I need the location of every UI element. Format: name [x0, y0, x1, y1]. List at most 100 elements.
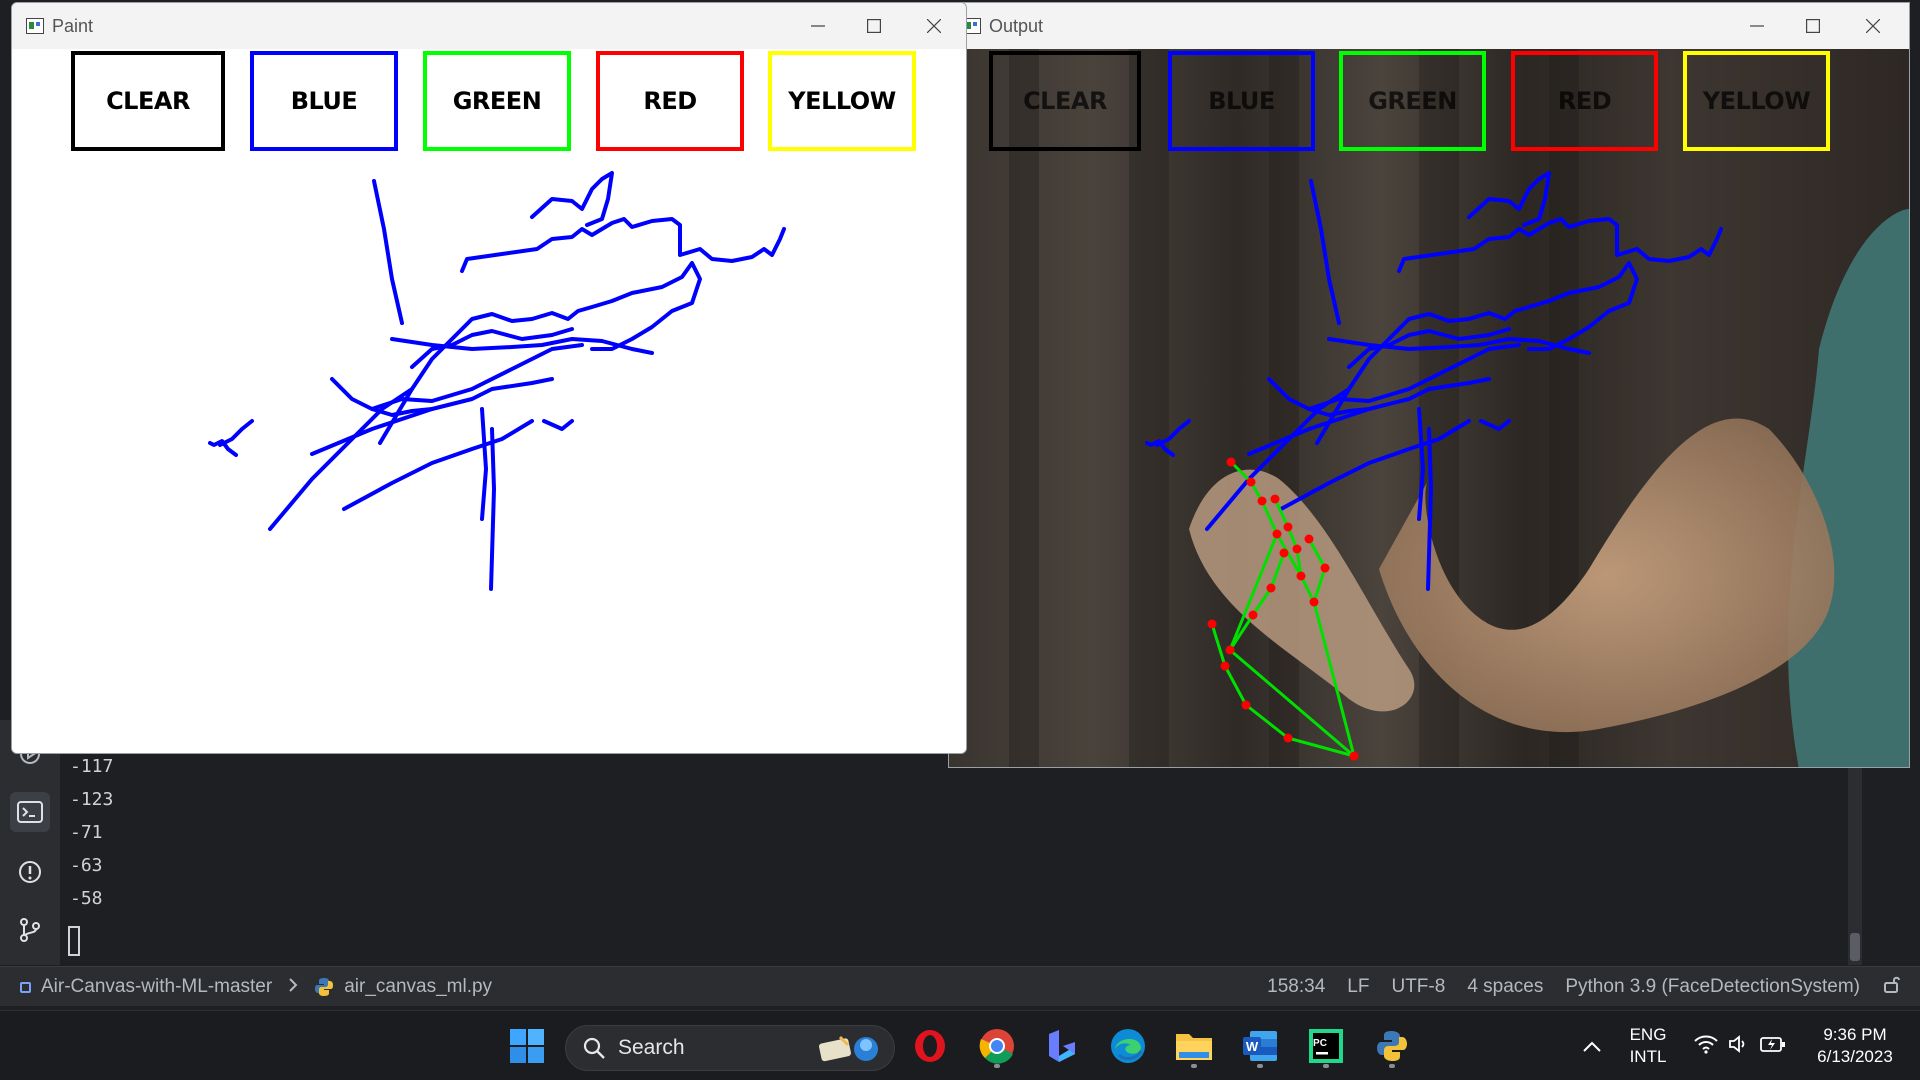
drawn-stroke — [370, 343, 584, 411]
hand-landmark — [1266, 583, 1276, 593]
file-encoding[interactable]: UTF-8 — [1391, 976, 1445, 998]
hand-connection — [1245, 703, 1289, 740]
edge-icon[interactable] — [1104, 1022, 1152, 1070]
drawn-stroke — [460, 217, 786, 273]
paint-blue-button[interactable]: BLUE — [250, 51, 398, 151]
hand-landmark — [1320, 563, 1330, 573]
button-label: GREEN — [452, 87, 542, 115]
output-window[interactable]: Output CLEAR BLUE GREEN RED YELLOW — [948, 2, 1910, 768]
button-label: YELLOW — [1702, 87, 1811, 115]
taskbar: Search W PC ENG INTL 9:36 PM 6/13/2023 — [0, 1010, 1920, 1080]
hand-connection — [1269, 552, 1286, 589]
terminal-icon[interactable] — [10, 792, 50, 832]
drawn-stroke — [1467, 171, 1551, 227]
hand-landmark — [1207, 619, 1217, 629]
breadcrumb-file[interactable]: air_canvas_ml.py — [344, 976, 492, 998]
hand-connection — [1307, 538, 1327, 569]
wifi-icon — [1694, 1034, 1718, 1058]
output-green-button[interactable]: GREEN — [1339, 51, 1486, 151]
minimize-icon[interactable] — [790, 3, 846, 49]
button-label: BLUE — [290, 87, 358, 115]
svg-text:PC: PC — [1313, 1038, 1327, 1049]
ide-tool-sidebar — [0, 720, 60, 965]
paint-title-bar[interactable]: Paint — [12, 3, 966, 49]
button-label: CLEAR — [1023, 87, 1107, 115]
output-clear-button[interactable]: CLEAR — [989, 51, 1141, 151]
indent-setting[interactable]: 4 spaces — [1467, 976, 1543, 998]
lock-icon[interactable] — [1882, 974, 1902, 1000]
paint-clear-button[interactable]: CLEAR — [71, 51, 225, 151]
terminal-scrollbar[interactable] — [1848, 760, 1862, 965]
caret-position[interactable]: 158:34 — [1267, 976, 1325, 998]
taskbar-search[interactable]: Search — [565, 1025, 895, 1071]
git-branch-icon[interactable] — [10, 910, 50, 950]
python-interpreter[interactable]: Python 3.9 (FaceDetectionSystem) — [1565, 976, 1860, 998]
line-ending[interactable]: LF — [1347, 976, 1369, 998]
module-icon — [20, 981, 31, 993]
drawn-stroke — [1307, 343, 1521, 411]
pycharm-icon[interactable]: PC — [1302, 1022, 1350, 1070]
paint-window[interactable]: Paint CLEAR BLUE GREEN RED YELLOW — [11, 2, 967, 754]
maximize-icon[interactable] — [1785, 3, 1841, 49]
clock[interactable]: 9:36 PM 6/13/2023 — [1800, 1024, 1910, 1068]
copilot-icon[interactable] — [1038, 1022, 1086, 1070]
terminal-line: -71 — [70, 822, 103, 843]
chrome-icon[interactable] — [973, 1022, 1021, 1070]
drawn-stroke — [268, 387, 414, 531]
hand-connection — [1210, 623, 1227, 667]
word-icon[interactable]: W — [1236, 1022, 1284, 1070]
hand-connection — [1223, 665, 1248, 706]
close-icon[interactable] — [906, 3, 962, 49]
hand-landmark — [1272, 529, 1282, 539]
windows-start-icon[interactable] — [503, 1022, 551, 1070]
hand-connection — [1260, 500, 1279, 535]
paint-canvas[interactable]: CLEAR BLUE GREEN RED YELLOW — [12, 49, 966, 753]
clock-time: 9:36 PM — [1823, 1025, 1887, 1044]
paint-red-button[interactable]: RED — [596, 51, 744, 151]
battery-icon — [1760, 1035, 1786, 1057]
button-label: RED — [1557, 87, 1612, 115]
output-red-button[interactable]: RED — [1511, 51, 1658, 151]
problems-icon[interactable] — [10, 852, 50, 892]
maximize-icon[interactable] — [846, 3, 902, 49]
paint-yellow-button[interactable]: YELLOW — [768, 51, 916, 151]
volume-icon — [1728, 1034, 1750, 1058]
button-label: RED — [643, 87, 697, 115]
hand-landmark — [1248, 610, 1258, 620]
drawn-stroke — [342, 419, 534, 511]
hand-landmark — [1283, 522, 1293, 532]
python-file-icon — [314, 977, 334, 997]
output-title-bar[interactable]: Output — [949, 3, 1909, 49]
hand-landmark — [1283, 733, 1293, 743]
drawn-stroke — [208, 439, 238, 457]
breadcrumb-project[interactable]: Air-Canvas-with-ML-master — [41, 976, 272, 998]
hand-landmark — [1246, 477, 1256, 487]
hand-connection — [1273, 498, 1290, 528]
camera-feed[interactable]: CLEAR BLUE GREEN RED YELLOW — [949, 49, 1909, 767]
drawn-stroke — [1417, 407, 1425, 521]
terminal-line: -123 — [70, 789, 114, 810]
hand-landmark — [1241, 700, 1251, 710]
search-icon — [582, 1036, 606, 1060]
hand-landmark — [1220, 661, 1230, 671]
terminal-output[interactable]: -117 -123 -71 -63 -58 — [60, 750, 1860, 965]
ide-status-bar: Air-Canvas-with-ML-master air_canvas_ml.… — [0, 966, 1920, 1006]
language-indicator[interactable]: ENG INTL — [1620, 1024, 1676, 1068]
opera-icon[interactable] — [906, 1022, 954, 1070]
system-tray[interactable] — [1680, 1022, 1800, 1070]
drawn-stroke — [1479, 419, 1511, 431]
minimize-icon[interactable] — [1729, 3, 1785, 49]
button-label: BLUE — [1208, 87, 1275, 115]
hand-landmark — [1296, 571, 1306, 581]
drawn-stroke — [1279, 419, 1471, 511]
svg-text:W: W — [1246, 1039, 1259, 1054]
output-blue-button[interactable]: BLUE — [1168, 51, 1315, 151]
chevron-up-icon[interactable] — [1568, 1022, 1616, 1070]
paint-green-button[interactable]: GREEN — [423, 51, 571, 151]
file-explorer-icon[interactable] — [1170, 1022, 1218, 1070]
close-icon[interactable] — [1845, 3, 1901, 49]
python-app-icon[interactable] — [1368, 1022, 1416, 1070]
output-yellow-button[interactable]: YELLOW — [1683, 51, 1830, 151]
hand-landmark — [1279, 548, 1289, 558]
hand-landmark — [1292, 544, 1302, 554]
